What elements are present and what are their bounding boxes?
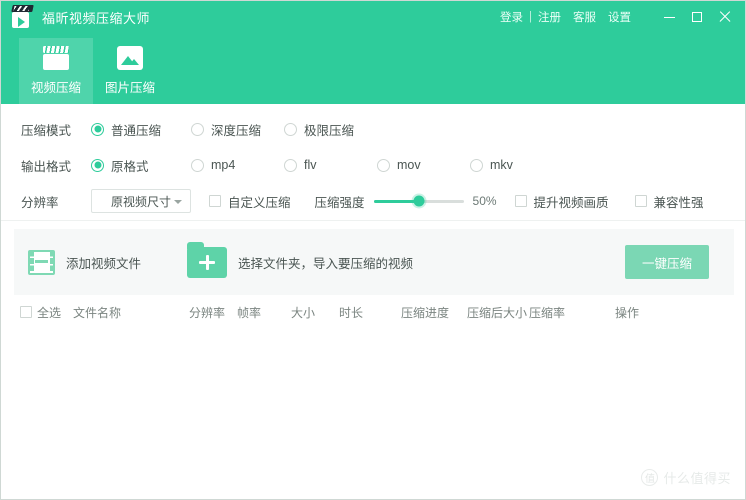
select-all-label: 全选 bbox=[37, 305, 62, 320]
checkbox-compatibility-label: 兼容性强 bbox=[653, 195, 704, 210]
output-format-label: 输出格式 bbox=[21, 159, 72, 174]
compression-strength-value: 50% bbox=[472, 194, 497, 208]
column-size: 大小 bbox=[291, 305, 316, 320]
column-file-name: 文件名称 bbox=[73, 305, 122, 320]
one-click-compress-button[interactable]: 一键压缩 bbox=[625, 245, 709, 279]
tab-video-compress-label: 视频压缩 bbox=[30, 81, 81, 95]
compression-strength-label: 压缩强度 bbox=[314, 195, 365, 210]
radio-format-mkv[interactable]: mkv bbox=[470, 158, 513, 172]
radio-format-mp4-indicator bbox=[191, 158, 204, 172]
resolution-select-value: 原视频尺寸 bbox=[110, 194, 171, 209]
watermark: 值 什么值得买 bbox=[641, 468, 731, 487]
column-duration: 时长 bbox=[339, 305, 364, 320]
resolution-select[interactable]: 原视频尺寸 bbox=[91, 189, 191, 213]
checkbox-custom-compress-indicator bbox=[209, 195, 221, 207]
folder-plus-icon bbox=[187, 241, 228, 278]
radio-normal-compress-indicator bbox=[91, 122, 104, 136]
radio-format-original-label: 原格式 bbox=[111, 159, 149, 174]
radio-format-mp4-label: mp4 bbox=[211, 158, 236, 172]
support-link[interactable]: 客服 bbox=[567, 9, 602, 25]
radio-deep-compress[interactable]: 深度压缩 bbox=[191, 120, 284, 139]
checkbox-custom-compress-label: 自定义压缩 bbox=[228, 195, 291, 210]
close-icon bbox=[719, 11, 731, 23]
maximize-button[interactable] bbox=[683, 3, 711, 31]
tab-video-compress[interactable]: 视频压缩 bbox=[19, 38, 93, 104]
radio-extreme-compress[interactable]: 极限压缩 bbox=[284, 120, 354, 139]
radio-format-mkv-label: mkv bbox=[490, 158, 513, 172]
radio-format-mp4[interactable]: mp4 bbox=[191, 158, 284, 172]
radio-format-original[interactable]: 原格式 bbox=[91, 156, 191, 175]
radio-format-flv-indicator bbox=[284, 158, 297, 172]
column-compress-ratio: 压缩率 bbox=[529, 305, 566, 320]
compression-strength-control: 压缩强度 50% bbox=[315, 192, 501, 211]
brand: 福昕视频压缩大师 bbox=[1, 5, 150, 29]
settings-link[interactable]: 设置 bbox=[602, 9, 637, 25]
radio-format-flv[interactable]: flv bbox=[284, 158, 377, 172]
column-framerate: 帧率 bbox=[237, 305, 262, 320]
maximize-icon bbox=[692, 12, 702, 22]
watermark-logo-icon: 值 bbox=[641, 469, 659, 486]
file-drop-area[interactable]: 添加视频文件 选择文件夹，导入要压缩的视频 一键压缩 bbox=[14, 229, 734, 295]
clapperboard-icon bbox=[43, 46, 69, 70]
slider-fill bbox=[373, 199, 419, 203]
checkbox-enhance-quality[interactable]: 提升视频画质 bbox=[514, 192, 609, 211]
column-progress: 压缩进度 bbox=[401, 305, 450, 320]
radio-normal-compress-label: 普通压缩 bbox=[111, 123, 162, 138]
choose-folder-label: 选择文件夹，导入要压缩的视频 bbox=[238, 256, 414, 271]
close-button[interactable] bbox=[711, 3, 739, 31]
compression-strength-slider[interactable] bbox=[373, 195, 464, 207]
checkbox-compatibility[interactable]: 兼容性强 bbox=[634, 192, 704, 211]
add-video-file-label: 添加视频文件 bbox=[66, 256, 142, 271]
resolution-row: 分辨率 原视频尺寸 自定义压缩 压缩强度 50% 提升视频画质 兼容性强 bbox=[1, 183, 745, 219]
select-all-checkbox-indicator bbox=[20, 306, 32, 318]
tab-image-compress-label: 图片压缩 bbox=[104, 81, 155, 95]
checkbox-custom-compress[interactable]: 自定义压缩 bbox=[209, 192, 291, 211]
add-video-file-button[interactable]: 添加视频文件 bbox=[14, 249, 142, 275]
register-link[interactable]: 注册 bbox=[532, 9, 567, 25]
output-format-row: 输出格式 原格式 mp4 flv mov mkv bbox=[1, 147, 745, 183]
window-controls bbox=[655, 3, 739, 31]
radio-format-mov-indicator bbox=[377, 158, 390, 172]
login-link[interactable]: 登录 bbox=[494, 9, 529, 25]
compress-mode-row: 压缩模式 普通压缩 深度压缩 极限压缩 bbox=[1, 111, 745, 147]
app-title: 福昕视频压缩大师 bbox=[42, 10, 151, 26]
checkbox-enhance-quality-label: 提升视频画质 bbox=[533, 195, 609, 210]
radio-format-mov[interactable]: mov bbox=[377, 158, 470, 172]
picture-icon bbox=[117, 46, 143, 70]
minimize-icon bbox=[663, 16, 675, 18]
column-resolution: 分辨率 bbox=[189, 305, 226, 320]
select-all-checkbox[interactable]: 全选 文件名称 bbox=[1, 304, 121, 321]
clapperboard-play-logo-icon bbox=[9, 5, 35, 29]
column-actions: 操作 bbox=[615, 305, 640, 320]
radio-format-mkv-indicator bbox=[470, 158, 483, 172]
title-bar-actions: 登录 | 注册 客服 设置 bbox=[494, 3, 745, 31]
minimize-button[interactable] bbox=[655, 3, 683, 31]
title-bar: 福昕视频压缩大师 登录 | 注册 客服 设置 bbox=[1, 1, 745, 33]
file-table-body bbox=[1, 325, 745, 499]
slider-handle[interactable] bbox=[413, 195, 425, 207]
radio-format-flv-label: flv bbox=[304, 158, 317, 172]
settings-panel: 压缩模式 普通压缩 深度压缩 极限压缩 输出格式 原格式 mp4 flv mov… bbox=[1, 104, 745, 221]
radio-extreme-compress-indicator bbox=[284, 122, 297, 136]
radio-format-mov-label: mov bbox=[397, 158, 421, 172]
radio-deep-compress-label: 深度压缩 bbox=[211, 123, 262, 138]
watermark-text: 什么值得买 bbox=[663, 471, 731, 486]
resolution-label: 分辨率 bbox=[21, 195, 59, 210]
checkbox-compatibility-indicator bbox=[634, 195, 647, 207]
choose-folder-button[interactable]: 选择文件夹，导入要压缩的视频 bbox=[141, 241, 414, 278]
tab-image-compress[interactable]: 图片压缩 bbox=[93, 38, 167, 104]
checkbox-enhance-quality-indicator bbox=[514, 195, 527, 207]
app-window: 福昕视频压缩大师 登录 | 注册 客服 设置 视频压缩 图片压缩 压缩模式 普通… bbox=[0, 0, 746, 500]
file-table-header: 全选 文件名称 分辨率 帧率 大小 时长 压缩进度 压缩后大小 压缩率 操作 bbox=[1, 299, 745, 325]
radio-deep-compress-indicator bbox=[191, 122, 204, 136]
radio-format-original-indicator bbox=[91, 158, 104, 172]
film-icon bbox=[28, 249, 55, 275]
compress-mode-label: 压缩模式 bbox=[21, 123, 72, 138]
radio-extreme-compress-label: 极限压缩 bbox=[304, 123, 355, 138]
radio-normal-compress[interactable]: 普通压缩 bbox=[91, 120, 191, 139]
tab-strip: 视频压缩 图片压缩 bbox=[1, 33, 745, 104]
chevron-down-icon bbox=[174, 199, 182, 204]
column-compressed-size: 压缩后大小 bbox=[467, 305, 528, 320]
